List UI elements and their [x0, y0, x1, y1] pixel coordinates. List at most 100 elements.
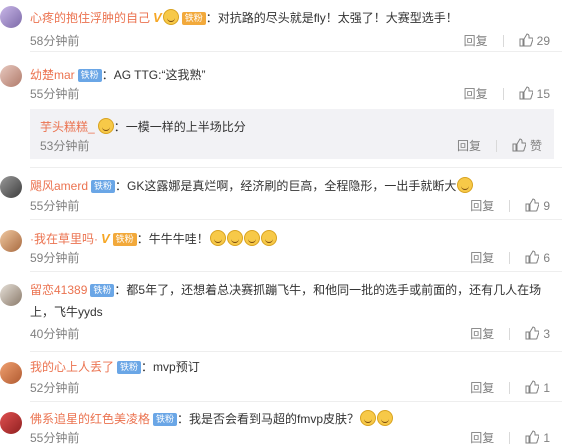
timestamp: 58分钟前: [30, 34, 80, 48]
like-button[interactable]: 3: [525, 326, 550, 342]
comment-text-continued: 上，飞牛yyds: [30, 305, 103, 319]
fan-badge[interactable]: 铁粉: [90, 284, 115, 297]
username[interactable]: 我的心上人丢了: [30, 360, 114, 374]
like-count: 29: [536, 34, 550, 48]
avatar[interactable]: [0, 230, 22, 252]
thumbs-up-icon: [519, 33, 533, 47]
fan-badge[interactable]: 铁粉: [117, 361, 142, 374]
username[interactable]: 心疼的抱住浮肿的自己: [30, 11, 150, 25]
avatar[interactable]: [0, 176, 22, 198]
comment-item: 幼楚mar 铁粉 ：AG TTG:“这我熟” 55分钟前 回复 15 芋头糕糕_ ：一模…: [0, 52, 562, 168]
like-count: 3: [543, 327, 550, 341]
like-count: 1: [543, 381, 550, 395]
timestamp: 55分钟前: [30, 431, 80, 445]
thumbs-up-icon: [525, 198, 540, 212]
like-button[interactable]: 9: [525, 198, 550, 214]
verified-v-icon: V: [101, 231, 110, 246]
emoji-sticker-icon: [97, 118, 114, 134]
like-count: 6: [543, 251, 550, 265]
divider: [509, 328, 511, 340]
divider: [509, 252, 511, 264]
like-button[interactable]: 15: [519, 86, 550, 102]
emoji-sticker-icon: [457, 177, 474, 193]
like-button[interactable]: 29: [519, 33, 550, 49]
thumbs-up-icon: [525, 430, 540, 444]
emoji-sticker-icon: [360, 410, 377, 426]
divider: [502, 35, 504, 47]
comment-item: 留恋41389 铁粉 ：都5年了，还想着总决赛抓蹦飞牛，和他同一批的选手或前面的，还…: [0, 272, 562, 352]
comment-actions: 回复 15: [464, 86, 550, 102]
reply-button[interactable]: 回复: [457, 138, 481, 154]
like-label: 赞: [529, 139, 542, 153]
comment-text: ：对抗路的尽头就是fly！太强了！大赛型选手！: [205, 11, 458, 25]
like-count: 1: [543, 431, 550, 445]
avatar[interactable]: [0, 284, 22, 306]
comment-text: ：我是否会看到马超的fmvp皮肤？: [177, 412, 360, 426]
comment-item: 心疼的抱住浮肿的自己 V 铁粉 ：对抗路的尽头就是fly！太强了！大赛型选手！ 58分…: [0, 0, 562, 52]
sub-reply-box: 芋头糕糕_ ：一模一样的上半场比分 53分钟前 回复 赞: [30, 109, 554, 159]
thumbs-up-icon: [525, 250, 540, 264]
avatar[interactable]: [0, 65, 22, 87]
reply-button[interactable]: 回复: [464, 33, 488, 49]
emoji-sticker-icon: [243, 230, 260, 246]
username[interactable]: 留恋41389: [30, 283, 87, 297]
comment-item: 飓风amerd 铁粉 ：GK这露娜是真烂啊，经济刷的巨高，全程隐形，一出手就断大 5…: [0, 168, 562, 220]
comment-text: ：一模一样的上半场比分: [113, 120, 246, 134]
comment-item: ·我在草里吗· V 铁粉 ：牛牛牛哇！ 59分钟前 回复 6: [0, 220, 562, 272]
timestamp: 40分钟前: [30, 327, 80, 341]
comment-actions: 回复 3: [470, 326, 550, 342]
emoji-sticker-icon: [209, 230, 226, 246]
emoji-sticker-icon: [377, 410, 394, 426]
avatar[interactable]: [0, 6, 22, 28]
thumbs-up-icon: [525, 326, 540, 340]
emoji-sticker-icon: [260, 230, 277, 246]
timestamp: 55分钟前: [30, 199, 80, 213]
fan-badge[interactable]: 铁粉: [181, 12, 206, 25]
divider: [509, 200, 511, 212]
comment-item: 佛系追星的红色美凌格 铁粉 ：我是否会看到马超的fmvp皮肤？ 55分钟前 回复 1: [0, 402, 562, 445]
comment-actions: 回复 9: [470, 198, 550, 214]
fan-badge[interactable]: 铁粉: [91, 180, 116, 193]
divider: [509, 432, 511, 444]
fan-badge[interactable]: 铁粉: [77, 69, 102, 82]
divider: [509, 382, 511, 394]
like-button[interactable]: 1: [525, 380, 550, 396]
username[interactable]: ·我在草里吗·: [30, 232, 98, 246]
fan-badge[interactable]: 铁粉: [153, 413, 178, 426]
comment-actions: 回复 29: [464, 33, 550, 49]
like-count: 9: [543, 199, 550, 213]
timestamp: 59分钟前: [30, 251, 80, 265]
like-count: 15: [536, 87, 550, 101]
username[interactable]: 芋头糕糕_: [40, 120, 95, 134]
comment-actions: 回复 6: [470, 250, 550, 266]
thumbs-up-icon: [525, 380, 540, 394]
timestamp: 52分钟前: [30, 381, 80, 395]
avatar[interactable]: [0, 412, 22, 434]
username[interactable]: 幼楚mar: [30, 68, 75, 82]
like-button[interactable]: 6: [525, 250, 550, 266]
reply-button[interactable]: 回复: [470, 326, 494, 342]
avatar[interactable]: [0, 362, 22, 384]
comment-item: 我的心上人丢了 铁粉 ：mvp预订 52分钟前 回复 1: [0, 352, 562, 402]
comment-text: ：都5年了，还想着总决赛抓蹦飞牛，和他同一批的选手或前面的，还有几人在场: [114, 283, 542, 297]
username[interactable]: 飓风amerd: [30, 179, 88, 193]
emoji-sticker-icon: [226, 230, 243, 246]
thumbs-up-icon: [512, 138, 526, 152]
like-button[interactable]: 赞: [512, 138, 542, 154]
reply-button[interactable]: 回复: [470, 198, 494, 214]
emoji-sticker-icon: [162, 9, 179, 25]
fan-badge[interactable]: 铁粉: [112, 233, 137, 246]
comment-actions: 回复 赞: [457, 138, 542, 154]
reply-button[interactable]: 回复: [470, 380, 494, 396]
timestamp: 55分钟前: [30, 87, 80, 101]
thumbs-up-icon: [519, 86, 533, 100]
comment-text: ：牛牛牛哇！: [136, 232, 209, 246]
reply-button[interactable]: 回复: [470, 250, 494, 266]
verified-v-icon: V: [153, 10, 162, 25]
reply-button[interactable]: 回复: [464, 86, 488, 102]
divider: [495, 140, 497, 152]
comment-actions: 回复 1: [470, 380, 550, 396]
comment-text: ：AG TTG:“这我熟”: [101, 68, 206, 82]
username[interactable]: 佛系追星的红色美凌格: [30, 412, 150, 426]
comment-text: ：mvp预订: [141, 360, 200, 374]
